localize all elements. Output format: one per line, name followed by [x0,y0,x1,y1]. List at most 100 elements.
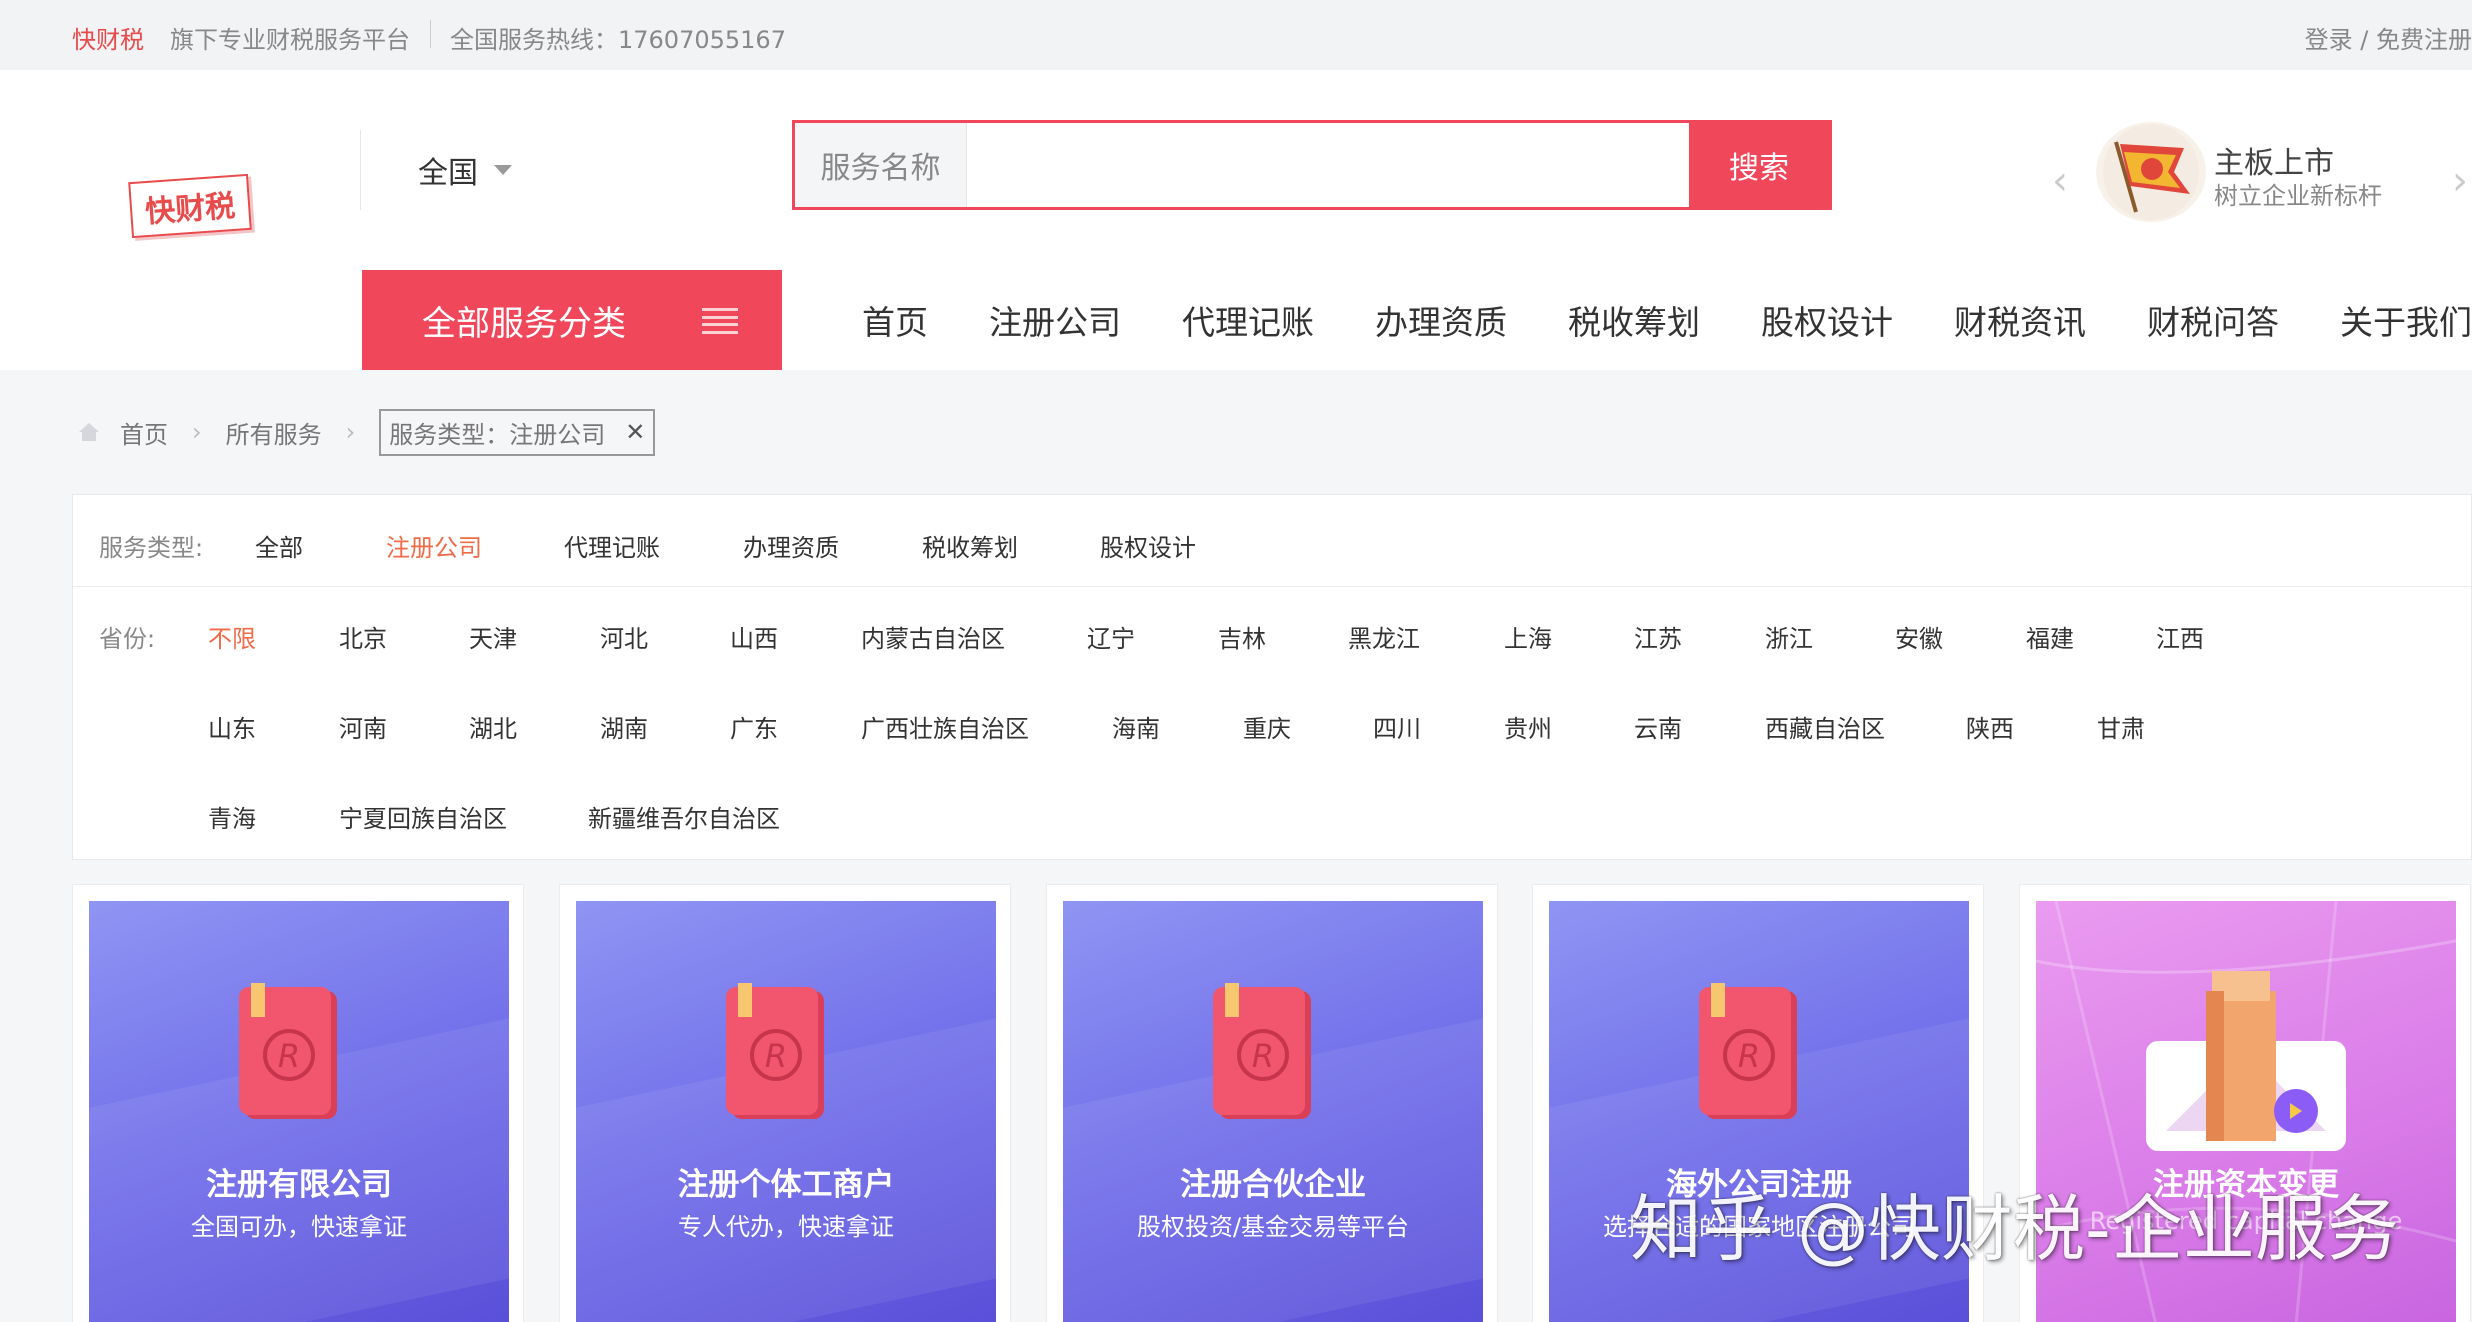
region-label: 全国 [418,156,478,191]
service-card-subtitle: 全国可办，快速拿证 [191,1213,407,1241]
province-option[interactable]: 湖北 [469,709,517,744]
top-slogan: 旗下专业财税服务平台 [170,26,410,54]
province-option[interactable]: 天津 [469,619,517,654]
service-card-title: 注册个体工商户 [677,1167,895,1203]
province-option[interactable]: 北京 [339,619,387,654]
svg-text:R: R [765,1037,787,1075]
province-option[interactable]: 吉林 [1218,619,1266,654]
search-button[interactable]: 搜索 [1689,123,1829,207]
service-type-label: 服务类型: [99,534,204,562]
province-option[interactable]: 重庆 [1243,709,1291,744]
province-option[interactable]: 甘肃 [2097,709,2145,744]
nav-tax-planning[interactable]: 税收筹划 [1568,296,1700,344]
nav-tax-qa[interactable]: 财税问答 [2147,296,2279,344]
nav-bookkeeping[interactable]: 代理记账 [1182,296,1314,344]
chevron-right-icon: › [345,418,356,446]
service-type-option[interactable]: 税收筹划 [922,528,1018,563]
active-filter-tag[interactable]: 服务类型：注册公司 ✕ [379,408,656,456]
breadcrumb-all-services[interactable]: 所有服务 [226,415,322,450]
site-logo[interactable]: 快财税 [128,173,252,239]
service-type-option[interactable]: 全部 [255,528,303,563]
building-icon [2146,971,2346,1151]
search-input[interactable] [967,123,1689,207]
service-type-option-active[interactable]: 注册公司 [386,528,482,563]
service-card-subtitle: 专人代办，快速拿证 [678,1213,894,1241]
province-option[interactable]: 云南 [1634,709,1682,744]
trademark-book-icon: R [726,983,824,1119]
service-type-option[interactable]: 股权设计 [1100,528,1196,563]
province-option[interactable]: 湖南 [600,709,648,744]
svg-text:R: R [278,1037,300,1075]
province-option[interactable]: 浙江 [1765,619,1813,654]
service-type-option[interactable]: 办理资质 [743,528,839,563]
top-brand-link[interactable]: 快财税 [72,20,144,55]
top-divider [430,20,431,48]
close-icon[interactable]: ✕ [625,418,645,446]
province-option[interactable]: 内蒙古自治区 [861,619,1005,654]
province-option[interactable]: 新疆维吾尔自治区 [588,799,780,834]
site-header: 快财税 全国 服务名称 搜索 ‹ 主板上市 树立企业新标杆 › 全部服务分类 首… [0,70,2472,370]
login-register-link[interactable]: 登录 / 免费注册 [2305,20,2472,55]
header-divider [360,130,361,210]
top-bar: 快财税 旗下专业财税服务平台 全国服务热线：17607055167 登录 / 免… [0,0,2472,70]
promo-prev-arrow-icon[interactable]: ‹ [2052,158,2068,204]
province-option-active[interactable]: 不限 [208,619,256,654]
nav-home[interactable]: 首页 [862,296,928,344]
breadcrumb-home[interactable]: 首页 [120,415,168,450]
trademark-book-icon: R [239,983,337,1119]
promo-next-arrow-icon[interactable]: › [2452,158,2468,204]
province-option[interactable]: 西藏自治区 [1765,709,1885,744]
watermark: 知乎 @快财税-企业服务 [1630,1187,2399,1271]
nav-about-us[interactable]: 关于我们 [2340,296,2472,344]
province-option[interactable]: 辽宁 [1087,619,1135,654]
menu-lines-icon [702,308,738,334]
province-option[interactable]: 山东 [208,709,256,744]
service-card[interactable]: R 注册有限公司 全国可办，快速拿证 [72,884,524,1322]
service-card[interactable]: R 注册个体工商户 专人代办，快速拿证 [559,884,1011,1322]
province-option[interactable]: 青海 [208,799,256,834]
region-selector[interactable]: 全国 [418,148,512,192]
all-categories-label: 全部服务分类 [422,303,626,344]
trademark-book-icon: R [1699,983,1797,1119]
province-option[interactable]: 四川 [1373,709,1421,744]
home-icon [79,423,99,441]
province-label: 省份: [99,625,156,653]
service-card[interactable]: R 注册合伙企业 股权投资/基金交易等平台 [1046,884,1498,1322]
province-option[interactable]: 安徽 [1895,619,1943,654]
search-category-label[interactable]: 服务名称 [795,123,967,207]
province-option[interactable]: 陕西 [1966,709,2014,744]
breadcrumb: 首页 › 所有服务 › 服务类型：注册公司 ✕ [78,408,656,456]
nav-equity-design[interactable]: 股权设计 [1761,296,1893,344]
nav-register-company[interactable]: 注册公司 [989,296,1121,344]
service-card-image: R 注册个体工商户 专人代办，快速拿证 [576,901,996,1322]
province-option[interactable]: 贵州 [1504,709,1552,744]
province-option[interactable]: 宁夏回族自治区 [339,799,507,834]
province-option[interactable]: 广西壮族自治区 [861,709,1029,744]
province-option[interactable]: 江西 [2156,619,2204,654]
search-bar: 服务名称 搜索 [792,120,1832,210]
province-option[interactable]: 黑龙江 [1348,619,1420,654]
province-option[interactable]: 福建 [2026,619,2074,654]
svg-text:R: R [1738,1037,1760,1075]
province-option[interactable]: 江苏 [1634,619,1682,654]
province-option[interactable]: 广东 [730,709,778,744]
chevron-right-icon: › [192,418,202,446]
promo-flag-icon[interactable] [2096,122,2206,222]
province-option[interactable]: 河南 [339,709,387,744]
svg-text:R: R [1252,1037,1274,1075]
filter-panel: 服务类型: 全部 注册公司 代理记账 办理资质 税收筹划 股权设计 省份: 不限… [72,494,2472,860]
main-nav: 首页 注册公司 代理记账 办理资质 税收筹划 股权设计 财税资讯 财税问答 关于… [862,270,2472,370]
service-type-option[interactable]: 代理记账 [564,528,660,563]
promo-subtitle: 树立企业新标杆 [2214,182,2382,210]
province-option[interactable]: 上海 [1504,619,1552,654]
province-option[interactable]: 河北 [600,619,648,654]
service-hotline: 全国服务热线：17607055167 [450,26,786,54]
all-categories-button[interactable]: 全部服务分类 [362,270,782,370]
province-option[interactable]: 山西 [730,619,778,654]
chevron-down-icon [494,165,512,175]
nav-tax-news[interactable]: 财税资讯 [1954,296,2086,344]
service-card-image: R 注册合伙企业 股权投资/基金交易等平台 [1063,901,1483,1322]
trademark-book-icon: R [1213,983,1311,1119]
nav-qualification[interactable]: 办理资质 [1375,296,1507,344]
province-option[interactable]: 海南 [1112,709,1160,744]
